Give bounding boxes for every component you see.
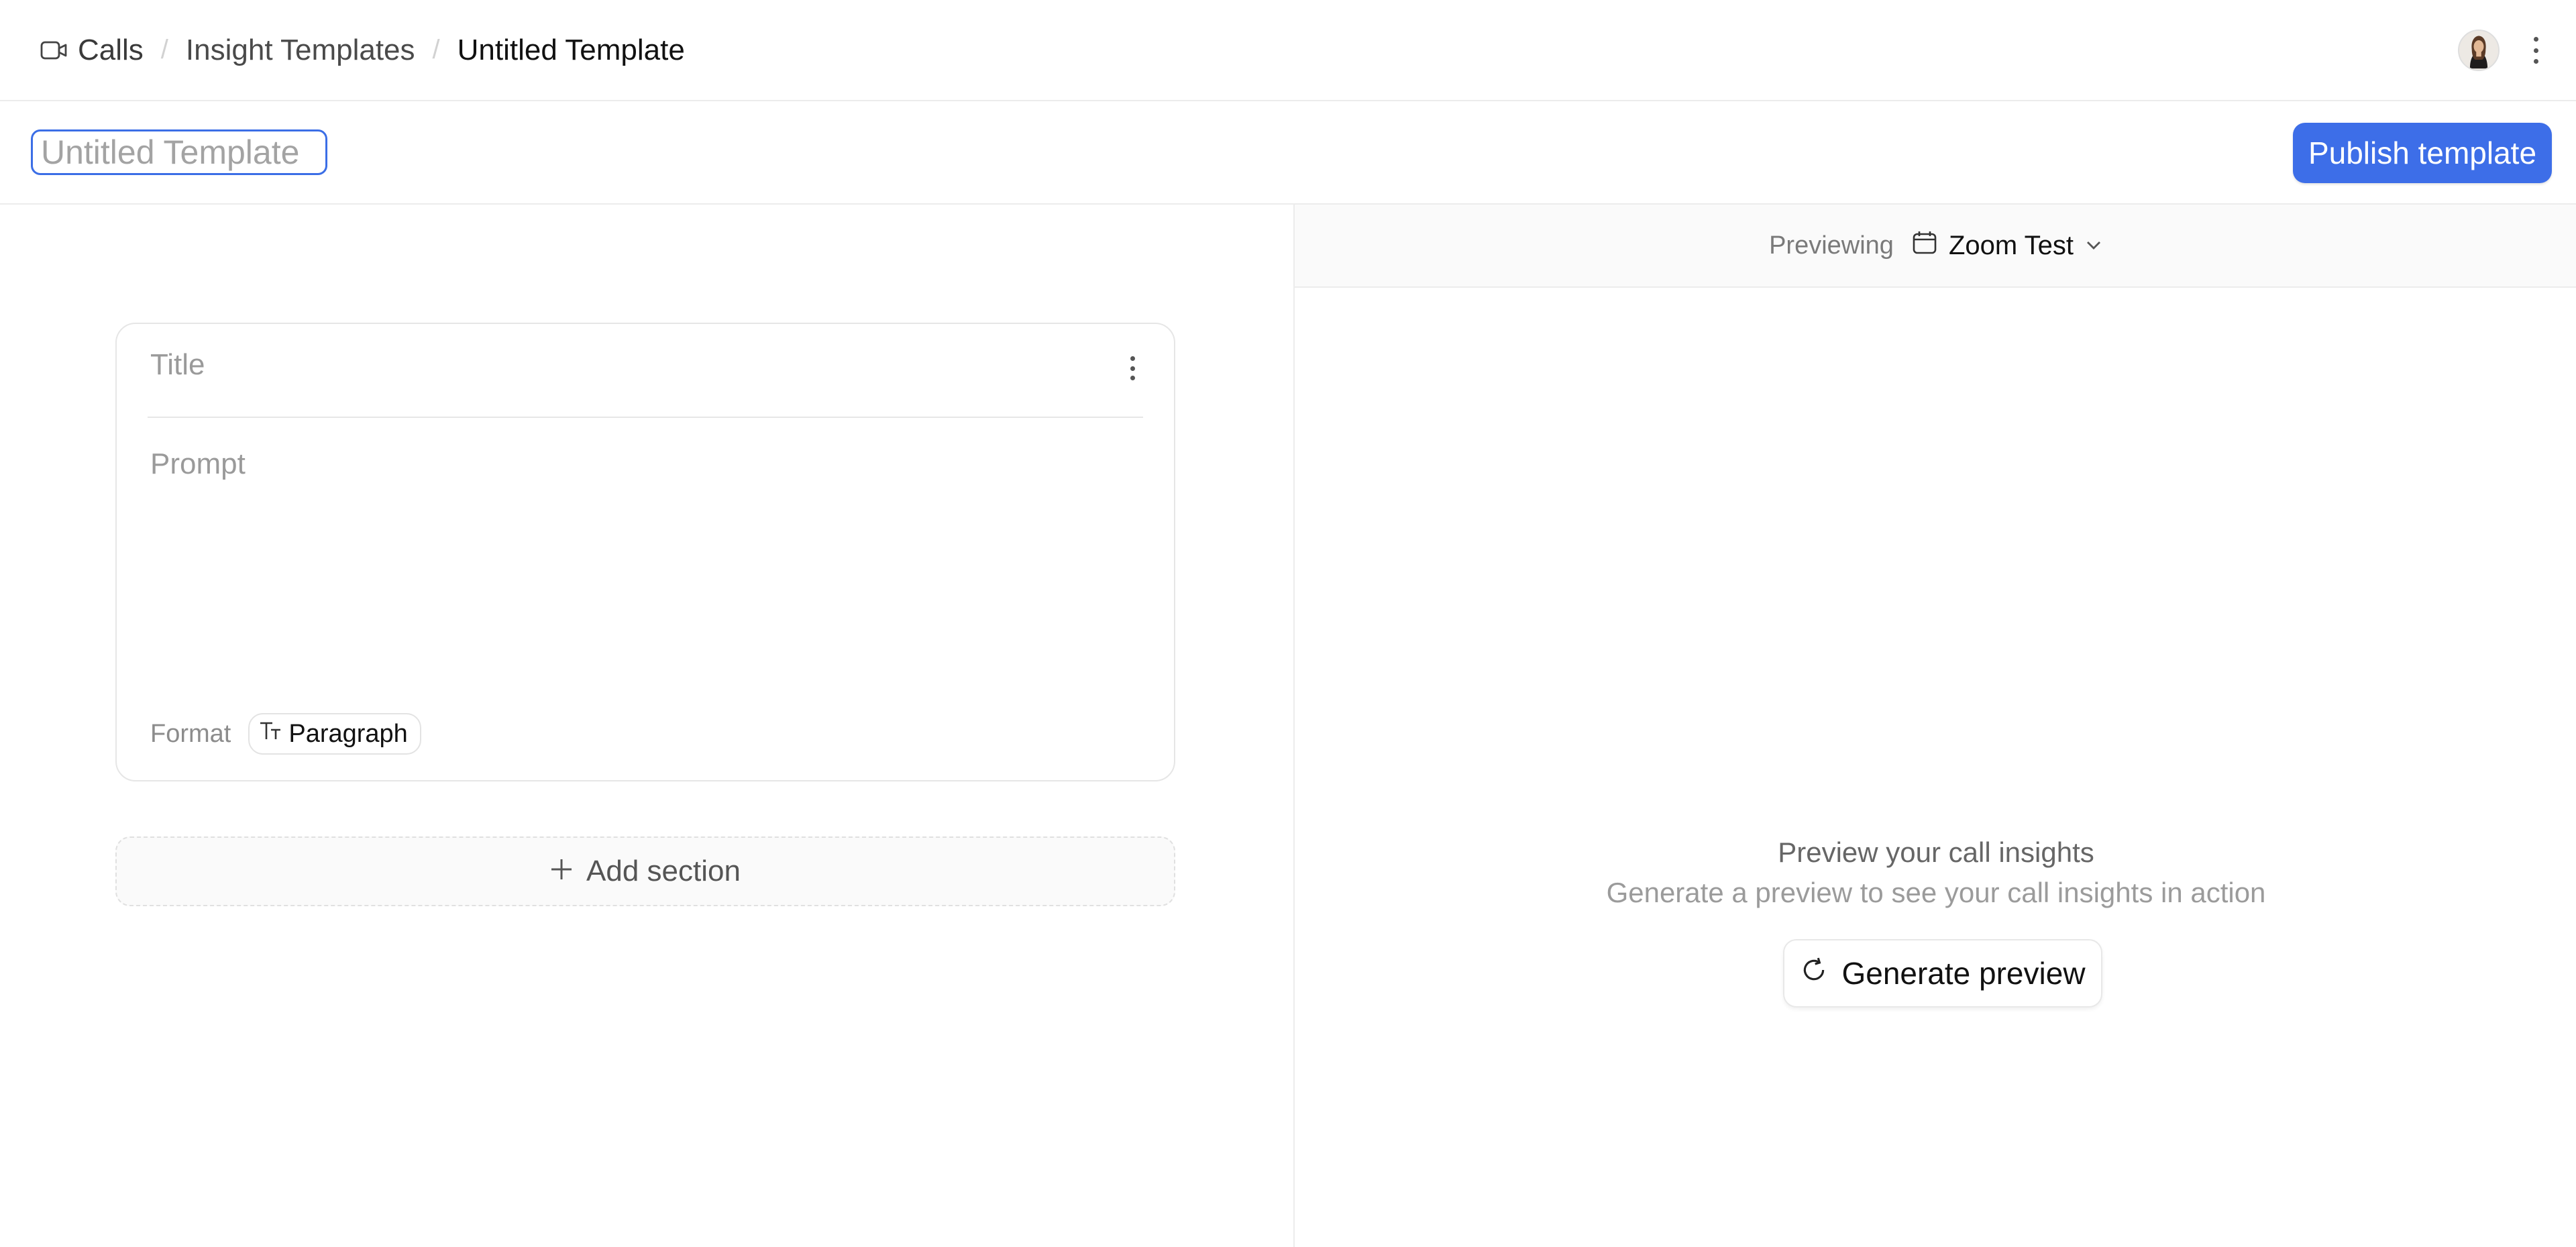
breadcrumb-separator: / bbox=[432, 35, 440, 64]
refresh-icon bbox=[1800, 955, 1828, 991]
previewing-label: Previewing bbox=[1769, 231, 1894, 260]
format-row: Format Paragraph bbox=[150, 713, 421, 755]
generate-preview-label: Generate preview bbox=[1841, 956, 2086, 991]
calendar-icon bbox=[1911, 229, 1938, 262]
divider bbox=[148, 417, 1143, 418]
breadcrumb-insight-templates[interactable]: Insight Templates bbox=[186, 34, 415, 67]
section-more-icon[interactable] bbox=[1128, 356, 1136, 380]
more-vertical-icon[interactable] bbox=[2530, 37, 2541, 64]
text-format-icon bbox=[259, 719, 283, 749]
preview-empty-state: Preview your call insights Generate a pr… bbox=[1295, 832, 2576, 913]
section-prompt-input[interactable]: Prompt bbox=[150, 447, 246, 481]
editor-pane: Title Prompt Format Paragraph Add sectio… bbox=[0, 205, 1293, 1247]
add-section-label: Add section bbox=[586, 855, 741, 887]
selected-call: Zoom Test bbox=[1948, 230, 2074, 260]
empty-subtitle: Generate a preview to see your call insi… bbox=[1606, 877, 2266, 908]
format-select[interactable]: Paragraph bbox=[248, 713, 421, 755]
preview-pane: Previewing Zoom Test Preview your call i… bbox=[1293, 205, 2576, 1247]
empty-title: Preview your call insights bbox=[1778, 836, 2094, 868]
section-title-input[interactable]: Title bbox=[150, 348, 205, 382]
preview-call-select[interactable]: Zoom Test bbox=[1911, 229, 2103, 262]
breadcrumb-current: Untitled Template bbox=[457, 33, 685, 66]
breadcrumb-separator: / bbox=[160, 35, 168, 64]
plus-icon bbox=[550, 855, 573, 888]
preview-header: Previewing Zoom Test bbox=[1295, 205, 2576, 288]
breadcrumb-calls[interactable]: Calls bbox=[78, 34, 144, 67]
add-section-button[interactable]: Add section bbox=[115, 836, 1175, 906]
template-name-input[interactable] bbox=[31, 129, 327, 175]
section-card: Title Prompt Format Paragraph bbox=[115, 323, 1175, 781]
breadcrumb: Calls / Insight Templates / Untitled Tem… bbox=[39, 34, 685, 67]
template-header: Publish template bbox=[0, 101, 2576, 205]
chevron-down-icon bbox=[2084, 231, 2103, 261]
generate-preview-button[interactable]: Generate preview bbox=[1783, 939, 2102, 1008]
video-camera-icon bbox=[39, 36, 68, 65]
format-label: Format bbox=[150, 719, 231, 748]
format-value: Paragraph bbox=[288, 719, 408, 748]
publish-template-button[interactable]: Publish template bbox=[2293, 123, 2552, 183]
top-nav: Calls / Insight Templates / Untitled Tem… bbox=[0, 0, 2576, 101]
avatar[interactable] bbox=[2458, 30, 2500, 71]
